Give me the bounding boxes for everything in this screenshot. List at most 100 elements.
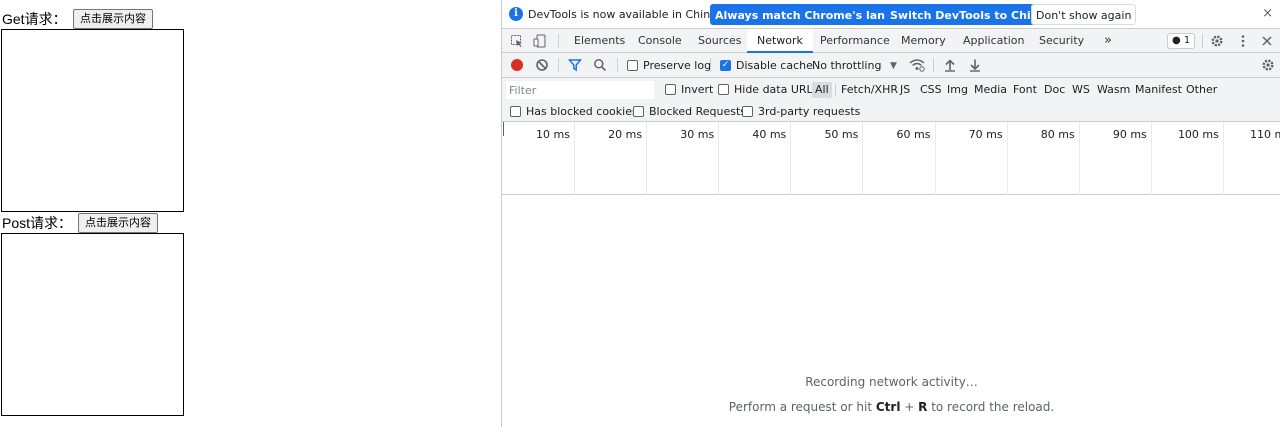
tab-performance[interactable]: Performance bbox=[810, 29, 900, 53]
hint-suffix: to record the reload. bbox=[927, 400, 1055, 414]
third-party-requests-checkbox[interactable] bbox=[742, 106, 753, 117]
timeline-tick-label: 20 ms bbox=[608, 128, 643, 141]
chevron-down-icon[interactable]: ▼ bbox=[890, 61, 897, 71]
disable-cache-label: Disable cache bbox=[736, 59, 813, 72]
toolbar-divider bbox=[835, 84, 836, 96]
close-icon[interactable]: × bbox=[1262, 6, 1273, 21]
filter-type-all[interactable]: All bbox=[812, 82, 832, 98]
timeline-tick-label: 60 ms bbox=[896, 128, 931, 141]
filter-type-img[interactable]: Img bbox=[944, 82, 971, 98]
timeline-tick-label: 70 ms bbox=[968, 128, 1003, 141]
get-show-content-button[interactable]: 点击展示内容 bbox=[73, 9, 153, 29]
timeline-gridline bbox=[718, 122, 720, 195]
timeline-tick-label: 110 ms bbox=[1250, 128, 1280, 141]
timeline-gridline bbox=[1006, 122, 1008, 195]
filter-type-fetch-xhr[interactable]: Fetch/XHR bbox=[838, 82, 901, 98]
get-request-label: Get请求： bbox=[2, 11, 67, 27]
timeline-tick-label: 100 ms bbox=[1177, 128, 1219, 141]
hide-data-urls-label: Hide data URLs bbox=[734, 83, 819, 96]
tab-elements[interactable]: Elements bbox=[564, 29, 635, 53]
filter-type-doc[interactable]: Doc bbox=[1041, 82, 1068, 98]
has-blocked-cookies-checkbox[interactable] bbox=[510, 106, 521, 117]
toolbar-divider bbox=[710, 58, 711, 72]
filter-type-other[interactable]: Other bbox=[1183, 82, 1220, 98]
toolbar-divider bbox=[933, 58, 934, 72]
import-har-icon[interactable] bbox=[943, 58, 957, 72]
post-request-label: Post请求： bbox=[2, 215, 73, 231]
infobar-message: DevTools is now available in Chinese! bbox=[528, 8, 734, 21]
has-blocked-cookies-label: Has blocked cookies bbox=[526, 105, 638, 118]
timeline-start-marker bbox=[503, 122, 504, 136]
network-toolbar: Preserve log ✓ Disable cache No throttli… bbox=[502, 53, 1280, 78]
device-toolbar-icon[interactable] bbox=[533, 34, 547, 48]
filter-type-manifest[interactable]: Manifest bbox=[1132, 82, 1185, 98]
timeline-tick-label: 80 ms bbox=[1040, 128, 1075, 141]
filter-type-font[interactable]: Font bbox=[1010, 82, 1040, 98]
timeline-gridline bbox=[934, 122, 936, 195]
hint-key-ctrl: Ctrl bbox=[875, 400, 901, 414]
timeline-gridline bbox=[790, 122, 792, 195]
search-icon[interactable] bbox=[593, 58, 607, 72]
timeline-gridline bbox=[1150, 122, 1152, 195]
preserve-log-checkbox[interactable] bbox=[627, 60, 638, 71]
inspect-element-icon[interactable] bbox=[510, 34, 524, 48]
recording-message: Recording network activity… bbox=[805, 375, 978, 389]
third-party-requests-label: 3rd-party requests bbox=[758, 105, 861, 118]
network-conditions-icon[interactable] bbox=[909, 58, 925, 72]
filter-type-media[interactable]: Media bbox=[971, 82, 1010, 98]
hint-prefix: Perform a request or hit bbox=[728, 400, 876, 414]
tab-security[interactable]: Security bbox=[1029, 29, 1094, 53]
invert-checkbox[interactable] bbox=[665, 84, 676, 95]
timeline-tick-label: 50 ms bbox=[824, 128, 859, 141]
filter-type-ws[interactable]: WS bbox=[1069, 82, 1093, 98]
language-infobar: i DevTools is now available in Chinese! … bbox=[502, 0, 1280, 29]
filter-type-css[interactable]: CSS bbox=[917, 82, 945, 98]
timeline-overview[interactable]: 10 ms 20 ms 30 ms 40 ms 50 ms 60 ms 70 ms 80 ms… bbox=[502, 122, 1280, 195]
blocked-requests-label: Blocked Requests bbox=[649, 105, 747, 118]
filter-bar: Invert Hide data URLs All Fetch/XHR JS C… bbox=[502, 78, 1280, 122]
get-content-box bbox=[1, 29, 184, 212]
filter-icon[interactable] bbox=[567, 58, 583, 72]
tab-memory[interactable]: Memory bbox=[891, 29, 956, 53]
invert-label: Invert bbox=[681, 83, 714, 96]
record-icon[interactable] bbox=[511, 59, 523, 71]
hide-data-urls-checkbox[interactable] bbox=[718, 84, 729, 95]
timeline-tick-label: 10 ms bbox=[536, 128, 570, 141]
timeline-tick-label: 40 ms bbox=[752, 128, 787, 141]
devtools-panel: i DevTools is now available in Chinese! … bbox=[501, 0, 1280, 427]
record-reload-hint: Perform a request or hit Ctrl + R to rec… bbox=[502, 400, 1280, 414]
timeline-tick-label: 30 ms bbox=[680, 128, 715, 141]
hint-key-r: R bbox=[918, 400, 928, 414]
close-devtools-icon[interactable] bbox=[1260, 34, 1274, 48]
disable-cache-checkbox[interactable]: ✓ bbox=[720, 60, 731, 71]
preserve-log-label: Preserve log bbox=[643, 59, 712, 72]
post-content-box bbox=[1, 233, 184, 416]
throttling-select[interactable]: No throttling bbox=[812, 59, 881, 72]
blocked-requests-checkbox[interactable] bbox=[633, 106, 644, 117]
timeline-tick-label: 90 ms bbox=[1112, 128, 1147, 141]
post-show-content-button[interactable]: 点击展示内容 bbox=[78, 213, 158, 233]
issues-badge[interactable]: ● 1 bbox=[1167, 33, 1196, 49]
settings-gear-icon[interactable] bbox=[1210, 34, 1224, 48]
filter-type-wasm[interactable]: Wasm bbox=[1094, 82, 1133, 98]
hint-plus: + bbox=[900, 400, 919, 414]
toolbar-divider bbox=[617, 58, 618, 72]
network-settings-icon[interactable] bbox=[1261, 58, 1275, 72]
devtools-tabbar: Elements Console Sources Network Perform… bbox=[502, 29, 1280, 53]
toolbar-divider bbox=[1202, 34, 1203, 48]
clear-icon[interactable] bbox=[535, 58, 549, 72]
timeline-gridline bbox=[646, 122, 648, 195]
info-icon: i bbox=[509, 7, 523, 21]
export-har-icon[interactable] bbox=[968, 58, 982, 72]
toolbar-divider bbox=[558, 34, 559, 48]
tab-sources[interactable]: Sources bbox=[688, 29, 752, 53]
dont-show-again-button[interactable]: Don't show again bbox=[1031, 4, 1137, 25]
tab-network[interactable]: Network bbox=[747, 29, 813, 53]
filter-input[interactable] bbox=[506, 81, 654, 99]
kebab-menu-icon[interactable] bbox=[1236, 34, 1250, 48]
tab-application[interactable]: Application bbox=[953, 29, 1034, 53]
timeline-gridline bbox=[862, 122, 864, 195]
more-tabs-icon[interactable]: » bbox=[1094, 29, 1122, 53]
tab-console[interactable]: Console bbox=[628, 29, 692, 53]
filter-type-js[interactable]: JS bbox=[897, 82, 913, 98]
